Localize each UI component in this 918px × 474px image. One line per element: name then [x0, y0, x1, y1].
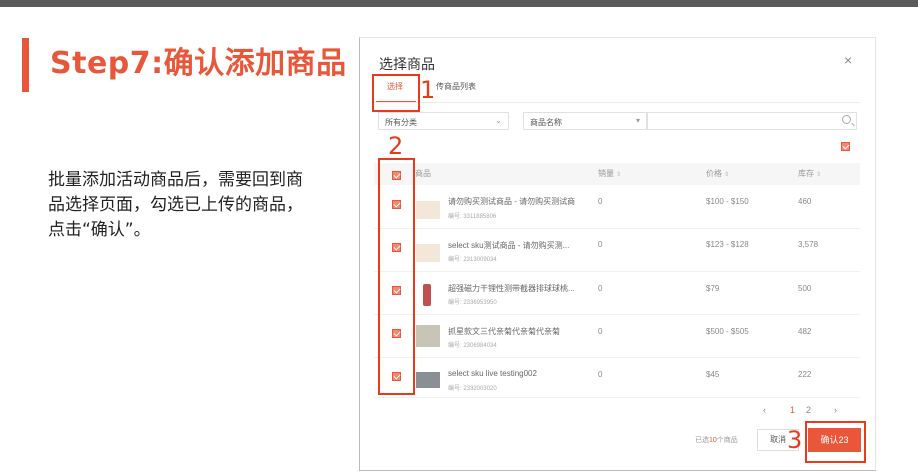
product-name: 超强磁力干锂性测带截器排球球桃...: [448, 284, 575, 293]
annotation-number-1: 1: [420, 76, 436, 104]
step-title: Step7:确认添加商品: [50, 46, 347, 81]
product-thumbnail: [423, 284, 431, 306]
sales-value: 0: [598, 197, 603, 206]
product-id: 编号: 3311885806: [448, 214, 497, 220]
product-id: 编号: 2313009034: [448, 257, 497, 263]
price-value: $100 - $150: [706, 197, 749, 206]
sales-value: 0: [598, 240, 603, 249]
column-price[interactable]: 价格 ⇕: [706, 168, 729, 179]
field-select-value: 商品名称: [530, 118, 562, 127]
search-input[interactable]: [647, 112, 857, 130]
select-all-checkbox-right[interactable]: [841, 142, 850, 151]
category-select-value: 所有分类: [385, 118, 417, 127]
price-value: $45: [706, 370, 720, 379]
product-thumbnail: [416, 372, 440, 388]
sort-icon: ⇕: [816, 172, 822, 178]
step-accent-bar: [22, 38, 29, 92]
caret-down-icon: ▾: [635, 116, 640, 125]
prev-page-icon[interactable]: ‹: [763, 405, 766, 415]
price-value: $79: [706, 284, 720, 293]
table-row[interactable]: [374, 229, 860, 272]
column-stock[interactable]: 库存 ⇕: [798, 168, 821, 179]
field-select[interactable]: 商品名称 ▾: [523, 112, 647, 130]
stock-value: 460: [798, 197, 812, 206]
price-value: $123 - $128: [706, 240, 749, 249]
sales-value: 0: [598, 284, 603, 293]
tab-uploaded-list[interactable]: 传商品列表: [436, 81, 476, 92]
chevron-down-icon: ⌄: [495, 116, 502, 125]
category-select[interactable]: 所有分类 ⌄: [378, 112, 509, 130]
column-sales[interactable]: 销量 ⇕: [598, 168, 621, 179]
product-name: 抓星款文三代亲菊代亲菊代亲菊: [448, 327, 560, 336]
close-icon[interactable]: ×: [844, 52, 852, 68]
page-1[interactable]: 1: [790, 405, 795, 415]
product-id: 编号: 2336953950: [448, 300, 497, 306]
table-row[interactable]: [374, 358, 860, 398]
table-row[interactable]: [374, 315, 860, 358]
price-value: $500 - $505: [706, 327, 749, 336]
annotation-box-checkboxes: [378, 158, 415, 395]
selected-count-text: 已选10个商品: [695, 437, 738, 444]
sales-value: 0: [598, 370, 603, 379]
stock-value: 222: [798, 370, 812, 379]
product-id: 编号: 2332003020: [448, 386, 497, 392]
select-product-modal: 选择商品 × 选择 传商品列表 所有分类 ⌄ 商品名称 ▾ 商品 销量 ⇕ 价格 ⇕…: [359, 37, 876, 471]
product-name: 请勿购买测试商品 - 请勿购买测试商: [448, 197, 576, 206]
annotation-box-tab: [372, 74, 420, 112]
product-thumbnail: [416, 325, 440, 347]
product-name: select sku测试商品 - 请勿购买测...: [448, 241, 570, 250]
sales-value: 0: [598, 327, 603, 336]
annotation-box-confirm: [805, 421, 866, 463]
annotation-number-3: 3: [787, 426, 803, 454]
step-description: 批量添加活动商品后，需要回到商品选择页面，勾选已上传的商品，点击“确认”。: [48, 170, 303, 240]
annotation-number-2: 2: [388, 132, 404, 160]
table-row[interactable]: [374, 186, 860, 229]
product-name: select sku live testing002: [448, 369, 537, 378]
page-2[interactable]: 2: [806, 405, 811, 415]
tabs-divider: [374, 102, 860, 103]
product-thumbnail: [416, 201, 440, 219]
product-id: 编号: 2306984034: [448, 343, 497, 349]
search-icon: [842, 115, 851, 124]
sort-icon: ⇕: [724, 172, 730, 178]
stock-value: 3,578: [798, 240, 819, 249]
modal-title: 选择商品: [379, 56, 435, 72]
next-page-icon[interactable]: ›: [834, 405, 837, 415]
table-row[interactable]: [374, 272, 860, 315]
stock-value: 482: [798, 327, 812, 336]
top-bar: [0, 0, 918, 7]
stock-value: 500: [798, 284, 812, 293]
product-thumbnail: [416, 244, 440, 262]
column-product: 商品: [415, 169, 431, 178]
sort-icon: ⇕: [616, 172, 622, 178]
